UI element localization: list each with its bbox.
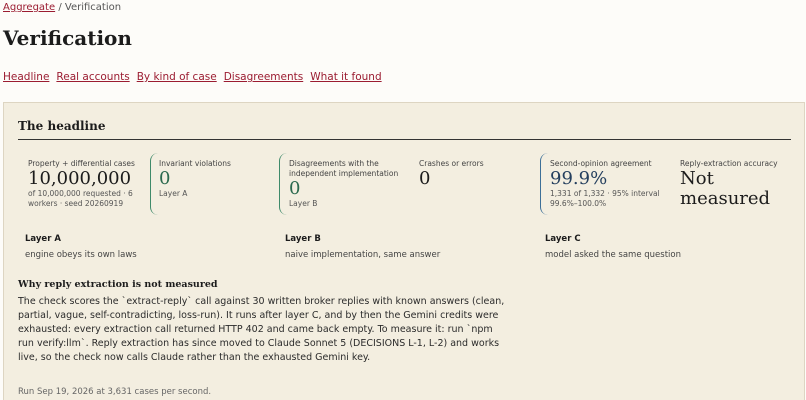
nav-link-headline[interactable]: Headline [3,71,49,83]
layer-c-bracket [540,153,548,215]
layer-b: Layer B naive implementation, same answe… [285,234,440,260]
stat-note: Layer A [159,189,188,198]
nav-link-disagreements[interactable]: Disagreements [224,71,304,83]
panel-title: The headline [18,119,106,133]
stat-second-opinion: Second-opinion agreement 99.9% 1,331 of … [550,159,672,209]
why-paragraph: The check scores the `extract-reply` cal… [18,296,505,363]
layer-name: Layer B [285,234,321,244]
page-title: Verification [3,26,132,50]
stat-note: 1,331 of 1,332 · 95% interval 99.6%–100.… [550,189,660,208]
stat-value: 0 [159,168,171,189]
stat-reply-extraction: Reply-extraction accuracy Not measured [680,159,792,209]
stat-label: Crashes or errors [419,159,484,168]
divider [18,139,791,140]
stat-crashes: Crashes or errors 0 [419,159,529,189]
nav-link-by-kind-of-case[interactable]: By kind of case [137,71,217,83]
stat-disagreements: Disagreements with the independent imple… [289,159,407,209]
stat-value: 0 [289,178,301,199]
layer-name: Layer A [25,234,61,244]
breadcrumb-separator: / [55,2,65,13]
stat-label: Invariant violations [159,159,231,168]
layer-a-bracket [150,153,158,215]
run-note: Run Sep 19, 2026 at 3,631 cases per seco… [18,387,212,397]
stat-value: Not measured [680,168,771,209]
stat-invariant-violations: Invariant violations 0 Layer A [159,159,269,199]
why-heading: Why reply extraction is not measured [18,279,218,290]
breadcrumb: Aggregate / Verification [3,2,121,13]
stat-label: Disagreements with the independent imple… [289,159,399,178]
section-nav: Headline Real accounts By kind of case D… [3,71,382,83]
nav-link-what-it-found[interactable]: What it found [310,71,381,83]
stat-value: 99.9% [550,168,608,189]
layer-desc: model asked the same question [545,250,681,260]
stat-note: of 10,000,000 requested · 6 workers · se… [28,189,133,208]
breadcrumb-current: Verification [64,2,122,13]
layer-name: Layer C [545,234,581,244]
nav-link-real-accounts[interactable]: Real accounts [56,71,129,83]
stat-value: 0 [419,168,431,189]
layer-c: Layer C model asked the same question [545,234,681,260]
stat-note: Layer B [289,199,318,208]
layer-desc: naive implementation, same answer [285,250,441,260]
breadcrumb-link-aggregate[interactable]: Aggregate [3,2,55,13]
layer-desc: engine obeys its own laws [25,250,137,260]
stat-cases: Property + differential cases 10,000,000… [28,159,140,209]
stat-value: 10,000,000 [28,168,132,189]
layer-b-bracket [279,153,287,215]
headline-panel: The headline Property + differential cas… [3,102,805,400]
layer-a: Layer A engine obeys its own laws [25,234,137,260]
